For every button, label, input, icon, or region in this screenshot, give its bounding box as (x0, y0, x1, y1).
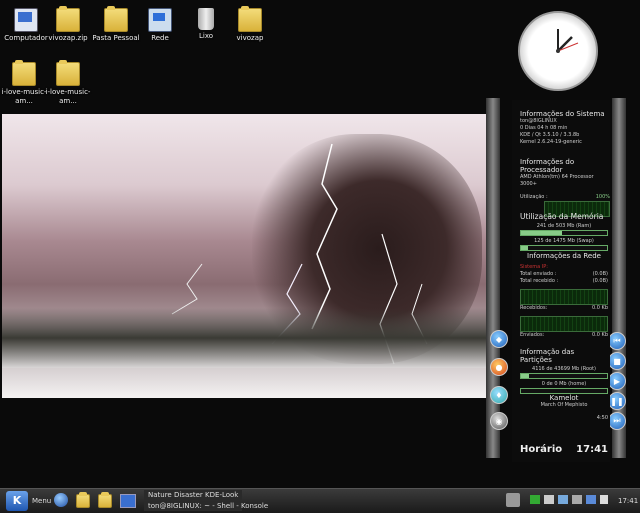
previous-track-icon[interactable]: ⏮ (608, 332, 626, 350)
kernel-version: Kernel 2.6.24-19-generic (520, 139, 582, 145)
root-partition-usage: 4116 de 43699 Mb (Root) (532, 366, 596, 372)
desktop-icon-label: Pasta Pessoal (92, 34, 140, 42)
desktop-icon-label: vivozap (236, 34, 264, 42)
desktop-show-icon[interactable] (120, 494, 136, 508)
swap-usage: 125 de 1475 Mb (Swap) (534, 238, 594, 244)
root-partition-bar (520, 373, 608, 379)
ram-usage: 241 de 503 Mb (Ram) (536, 223, 592, 229)
updates-tray-icon[interactable] (572, 495, 582, 504)
swap-bar-fill (521, 246, 528, 250)
desktop-icon-music-2[interactable]: i-love-music-am... (44, 60, 92, 106)
taskbar-task-browser[interactable]: Nature Disaster KDE-Look (144, 490, 242, 500)
pause-icon[interactable]: ❚❚ (608, 392, 626, 410)
time-value: 17:41 (576, 444, 608, 455)
sysmon-left-rail (486, 98, 500, 458)
battery-tray-icon[interactable] (530, 495, 540, 504)
kde-launcher-icon[interactable]: ◆ (490, 330, 508, 348)
system-monitor-panel: Informações do Sistema ton@8IGLINUX 0 Di… (512, 100, 610, 462)
uptime: 0 Dias 04 h 08 min (520, 125, 568, 131)
wallpaper-image (2, 114, 486, 398)
sent-value: 0.0 Kb (592, 332, 608, 338)
desktop-icon-label: i-love-music-am... (1, 88, 47, 105)
task-title: ton@8IGLINUX: ~ - Shell - Konsole (148, 502, 269, 510)
sent-graph (520, 316, 608, 332)
desktop-icon-vivozap-zip[interactable]: vivozap.zip (44, 6, 92, 43)
home-folder-icon (104, 6, 128, 32)
desktop-icon-label: vivozap.zip (48, 34, 88, 42)
total-sent-value: (0.0B) (592, 271, 608, 277)
power-tray-icon[interactable] (600, 495, 608, 504)
play-icon[interactable]: ▶ (608, 372, 626, 390)
song-title: March Of Mephisto (540, 402, 588, 408)
desktop-icon-label: Lixo (198, 32, 214, 40)
desktop-icon-music-1[interactable]: i-love-music-am... (0, 60, 48, 106)
desktop-icon-label: i-love-music-am... (45, 88, 91, 105)
time-label: Horário (520, 444, 563, 455)
cpu-usage-label: Utilização : (520, 194, 548, 200)
memory-title: Utilização da Memória (520, 212, 604, 221)
computer-icon (14, 8, 38, 32)
taskbar-clock[interactable]: 17:41 (618, 497, 638, 505)
analog-clock (518, 11, 598, 91)
network-tray-icon[interactable] (506, 493, 520, 507)
file-manager-icon[interactable] (76, 492, 90, 508)
network-title: Informações da Rede (527, 252, 601, 260)
cpu-usage-value: 100% (595, 194, 610, 200)
sent-label: Enviados: (520, 332, 545, 338)
song-artist: Kamelot (549, 394, 579, 402)
desktop-icon-vivozap[interactable]: vivozap (226, 6, 274, 43)
desktop-icon-label: Computador (4, 34, 48, 42)
received-label: Recebidos: (520, 305, 548, 311)
stop-icon[interactable]: ■ (608, 352, 626, 370)
folder-icon (56, 60, 80, 86)
song-time: 4:50 (596, 415, 608, 421)
user-host: ton@8IGLINUX (520, 118, 557, 124)
treeline (2, 308, 486, 368)
clock-face-icon (556, 29, 579, 53)
ram-bar (520, 230, 608, 236)
messenger-launcher-icon[interactable]: ♦ (490, 386, 508, 404)
keyboard-tray-icon[interactable] (586, 495, 596, 504)
folder-icon (238, 6, 262, 32)
desktop-icon-computador[interactable]: Computador (2, 8, 50, 43)
system-launcher-icon[interactable]: ◉ (490, 412, 508, 430)
cpu-name: AMD Athlon(tm) 64 Processor 3000+ (520, 174, 594, 187)
kde-qt-version: KDE / Qt 3.5.10 / 3.3.8b (520, 132, 580, 138)
next-track-icon[interactable]: ⏭ (608, 412, 626, 430)
desktop-icon-label: Rede (151, 34, 169, 42)
menu-label[interactable]: Menu (32, 497, 51, 505)
folder-icon (12, 60, 36, 86)
trash-icon (198, 8, 214, 30)
network-icon (148, 8, 172, 32)
system-info-title: Informações do Sistema (520, 110, 605, 118)
total-received-value: (0.0B) (592, 278, 608, 284)
ram-bar-fill (521, 231, 563, 235)
total-sent-label: Total enviado : (520, 271, 557, 277)
kde-menu-icon[interactable]: K (6, 491, 28, 511)
cpu-info-title: Informações do Processador (520, 158, 575, 174)
taskbar-task-konsole[interactable]: ton@8IGLINUX: ~ - Shell - Konsole (144, 501, 268, 511)
firefox-launcher-icon[interactable]: ● (490, 358, 508, 376)
home-partition-usage: 0 de 0 Mb (home) (541, 381, 587, 387)
browser-launcher-icon[interactable] (54, 493, 68, 507)
volume-tray-icon[interactable] (558, 495, 568, 504)
network-interface: Sistema IP: (520, 264, 548, 270)
root-bar-fill (521, 374, 529, 378)
desktop-icon-rede[interactable]: Rede (136, 8, 184, 43)
received-value: 0.0 Kb (592, 305, 608, 311)
folder-zip-icon (56, 6, 80, 32)
taskbar: K Menu Nature Disaster KDE-Look ton@8IGL… (0, 488, 640, 513)
desktop-icon-lixo[interactable]: Lixo (182, 8, 230, 41)
total-received-label: Total recebido : (520, 278, 559, 284)
desktop-icon-pasta-pessoal[interactable]: Pasta Pessoal (92, 6, 140, 43)
home-folder-launcher-icon[interactable] (98, 492, 112, 508)
partitions-title: Informação das Partições (520, 348, 575, 364)
received-graph (520, 289, 608, 305)
task-title: Nature Disaster KDE-Look (148, 491, 239, 499)
clipboard-tray-icon[interactable] (544, 495, 554, 504)
swap-bar (520, 245, 608, 251)
